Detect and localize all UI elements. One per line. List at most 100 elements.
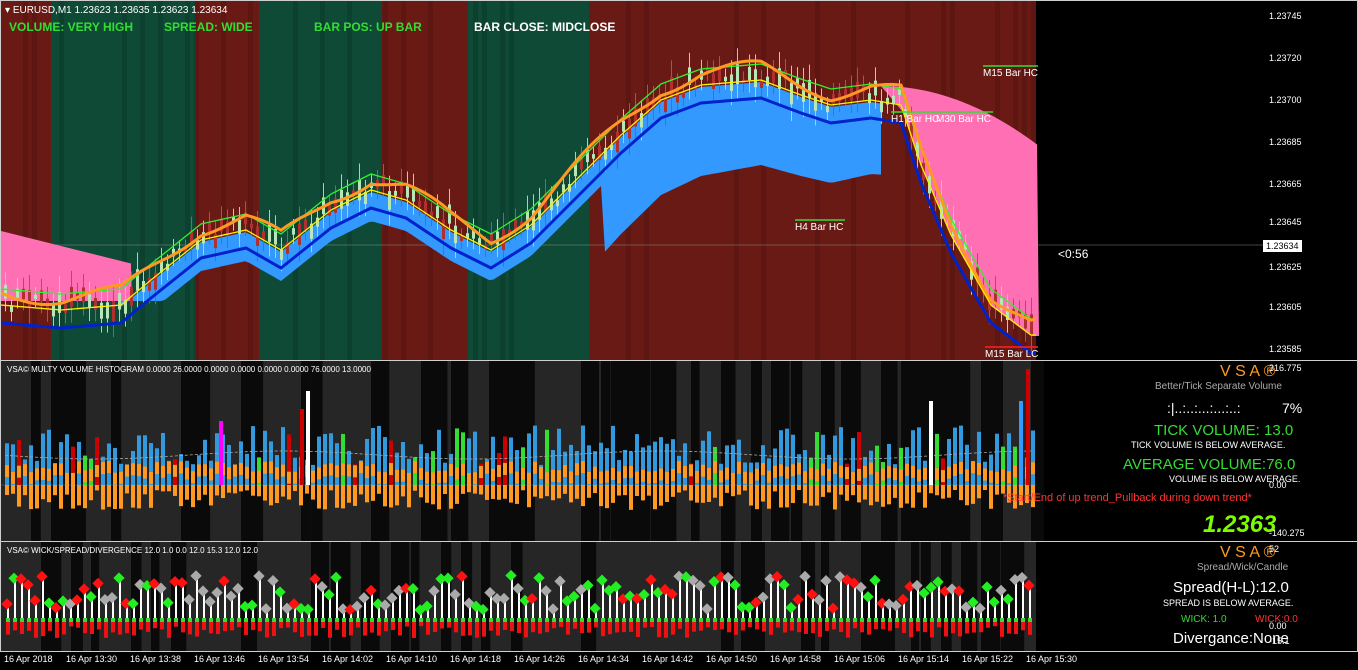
- wick-bar: [475, 618, 479, 622]
- volume-bar: [947, 485, 951, 498]
- wick-bar: [118, 622, 122, 635]
- price-tick: 1.23605: [1269, 302, 1302, 312]
- volume-bar: [41, 485, 45, 500]
- candle-body: [94, 298, 97, 310]
- zone-stripe: [815, 1, 820, 360]
- time-tick: 16 Apr 14:50: [706, 654, 758, 664]
- spread-bar: [602, 582, 604, 622]
- wick-bar: [874, 618, 878, 622]
- volume-bar: [299, 485, 303, 506]
- volume-bar: [959, 425, 963, 485]
- wick-bar: [916, 618, 920, 622]
- volume-bar: [527, 472, 531, 485]
- volume-bar: [599, 471, 603, 484]
- wick-bar: [251, 622, 255, 631]
- wick-bar: [489, 618, 493, 622]
- wick-stripe: [961, 542, 978, 651]
- wick-spread-pane[interactable]: VSA© WICK/SPREAD/DIVERGENCE 12.0 1.0 0.0…: [0, 541, 1358, 652]
- volume-bar: [287, 471, 291, 484]
- volume-bar: [935, 468, 939, 481]
- volume-bar: [911, 485, 915, 508]
- spread-bar: [140, 586, 142, 622]
- wick-bar: [160, 622, 164, 630]
- volume-bar: [491, 468, 495, 481]
- volume-bar: [131, 485, 135, 508]
- spread-bar: [448, 580, 450, 622]
- wick-bar: [510, 618, 514, 622]
- volume-bar: [593, 485, 597, 494]
- price-chart[interactable]: [1, 1, 1358, 360]
- tick-volume-note: TICK VOLUME IS BELOW AVERAGE.: [1131, 440, 1286, 450]
- volume-bar: [977, 431, 981, 485]
- volume-bar: [767, 485, 771, 509]
- volume-dots: :|..:..:...:...:..:: [1167, 400, 1241, 416]
- volume-bar: [17, 439, 21, 485]
- volume-bar: [653, 485, 657, 510]
- volume-bar: [185, 485, 189, 500]
- spread-bar: [840, 578, 842, 622]
- wick-bar: [384, 618, 388, 622]
- spread-bar: [952, 591, 954, 622]
- volume-bar: [959, 462, 963, 475]
- wick-bar: [146, 618, 150, 622]
- volume-bar: [971, 485, 975, 504]
- volume-bar: [203, 485, 207, 495]
- wick-bar: [951, 618, 955, 622]
- volume-bar: [575, 463, 579, 476]
- volume-bar: [1031, 462, 1035, 475]
- wick-bar: [699, 618, 703, 622]
- wick-bar: [265, 622, 269, 638]
- volume-bar: [143, 466, 147, 479]
- volume-bar: [281, 485, 285, 497]
- volume-bar: [215, 485, 219, 496]
- spread-bar: [945, 593, 947, 622]
- volume-bar: [683, 443, 687, 485]
- volume-bar: [281, 464, 285, 477]
- volume-spike: [300, 409, 304, 485]
- wick-bar: [587, 618, 591, 622]
- volume-bar: [743, 485, 747, 491]
- spread-bar: [182, 584, 184, 622]
- volume-bar: [431, 485, 435, 505]
- volume-bar: [485, 485, 489, 500]
- volume-bar: [785, 485, 789, 508]
- volume-bar: [737, 485, 741, 495]
- candle-body: [64, 304, 67, 313]
- volume-bar: [371, 485, 375, 501]
- wick-stripe: [241, 542, 258, 651]
- wick-bar: [573, 622, 577, 629]
- zone-stripe: [473, 1, 478, 360]
- volume-bar: [215, 433, 219, 485]
- chevron-down-icon[interactable]: ▾: [5, 5, 10, 16]
- wick-bar: [97, 622, 101, 630]
- wick-bar: [657, 622, 661, 638]
- volume-bar: [659, 468, 663, 481]
- volume-bar: [497, 464, 501, 477]
- volume-bar: [317, 467, 321, 480]
- volume-bar: [551, 469, 555, 482]
- wick-bar: [398, 622, 402, 636]
- wick-bar: [426, 618, 430, 622]
- volume-bar: [389, 463, 393, 476]
- volume-bar: [137, 485, 141, 509]
- wick-bar: [496, 618, 500, 622]
- candle-body: [874, 80, 877, 96]
- wick-bar: [27, 622, 31, 631]
- wick-spread-chart[interactable]: [1, 542, 1358, 652]
- price-tick: 1.23665: [1269, 179, 1302, 189]
- volume-bar: [419, 485, 423, 498]
- wick-bar: [111, 618, 115, 622]
- wick-bar: [636, 618, 640, 622]
- volume-bar: [323, 434, 327, 485]
- volume-bar: [521, 485, 525, 491]
- volume-bar: [329, 485, 333, 491]
- wick-bar: [643, 618, 647, 622]
- volume-bar: [365, 466, 369, 479]
- zone-stripe: [761, 1, 766, 360]
- volume-bar: [779, 430, 783, 485]
- spread-bar: [336, 579, 338, 622]
- volume-bar: [629, 485, 633, 510]
- volume-bar: [335, 465, 339, 478]
- volume-histogram-pane[interactable]: VSA© MULTY VOLUME HISTOGRAM 0.0000 26.00…: [0, 360, 1358, 541]
- main-chart-pane[interactable]: ▾ EURUSD,M1 1.23623 1.23635 1.23623 1.23…: [0, 0, 1358, 360]
